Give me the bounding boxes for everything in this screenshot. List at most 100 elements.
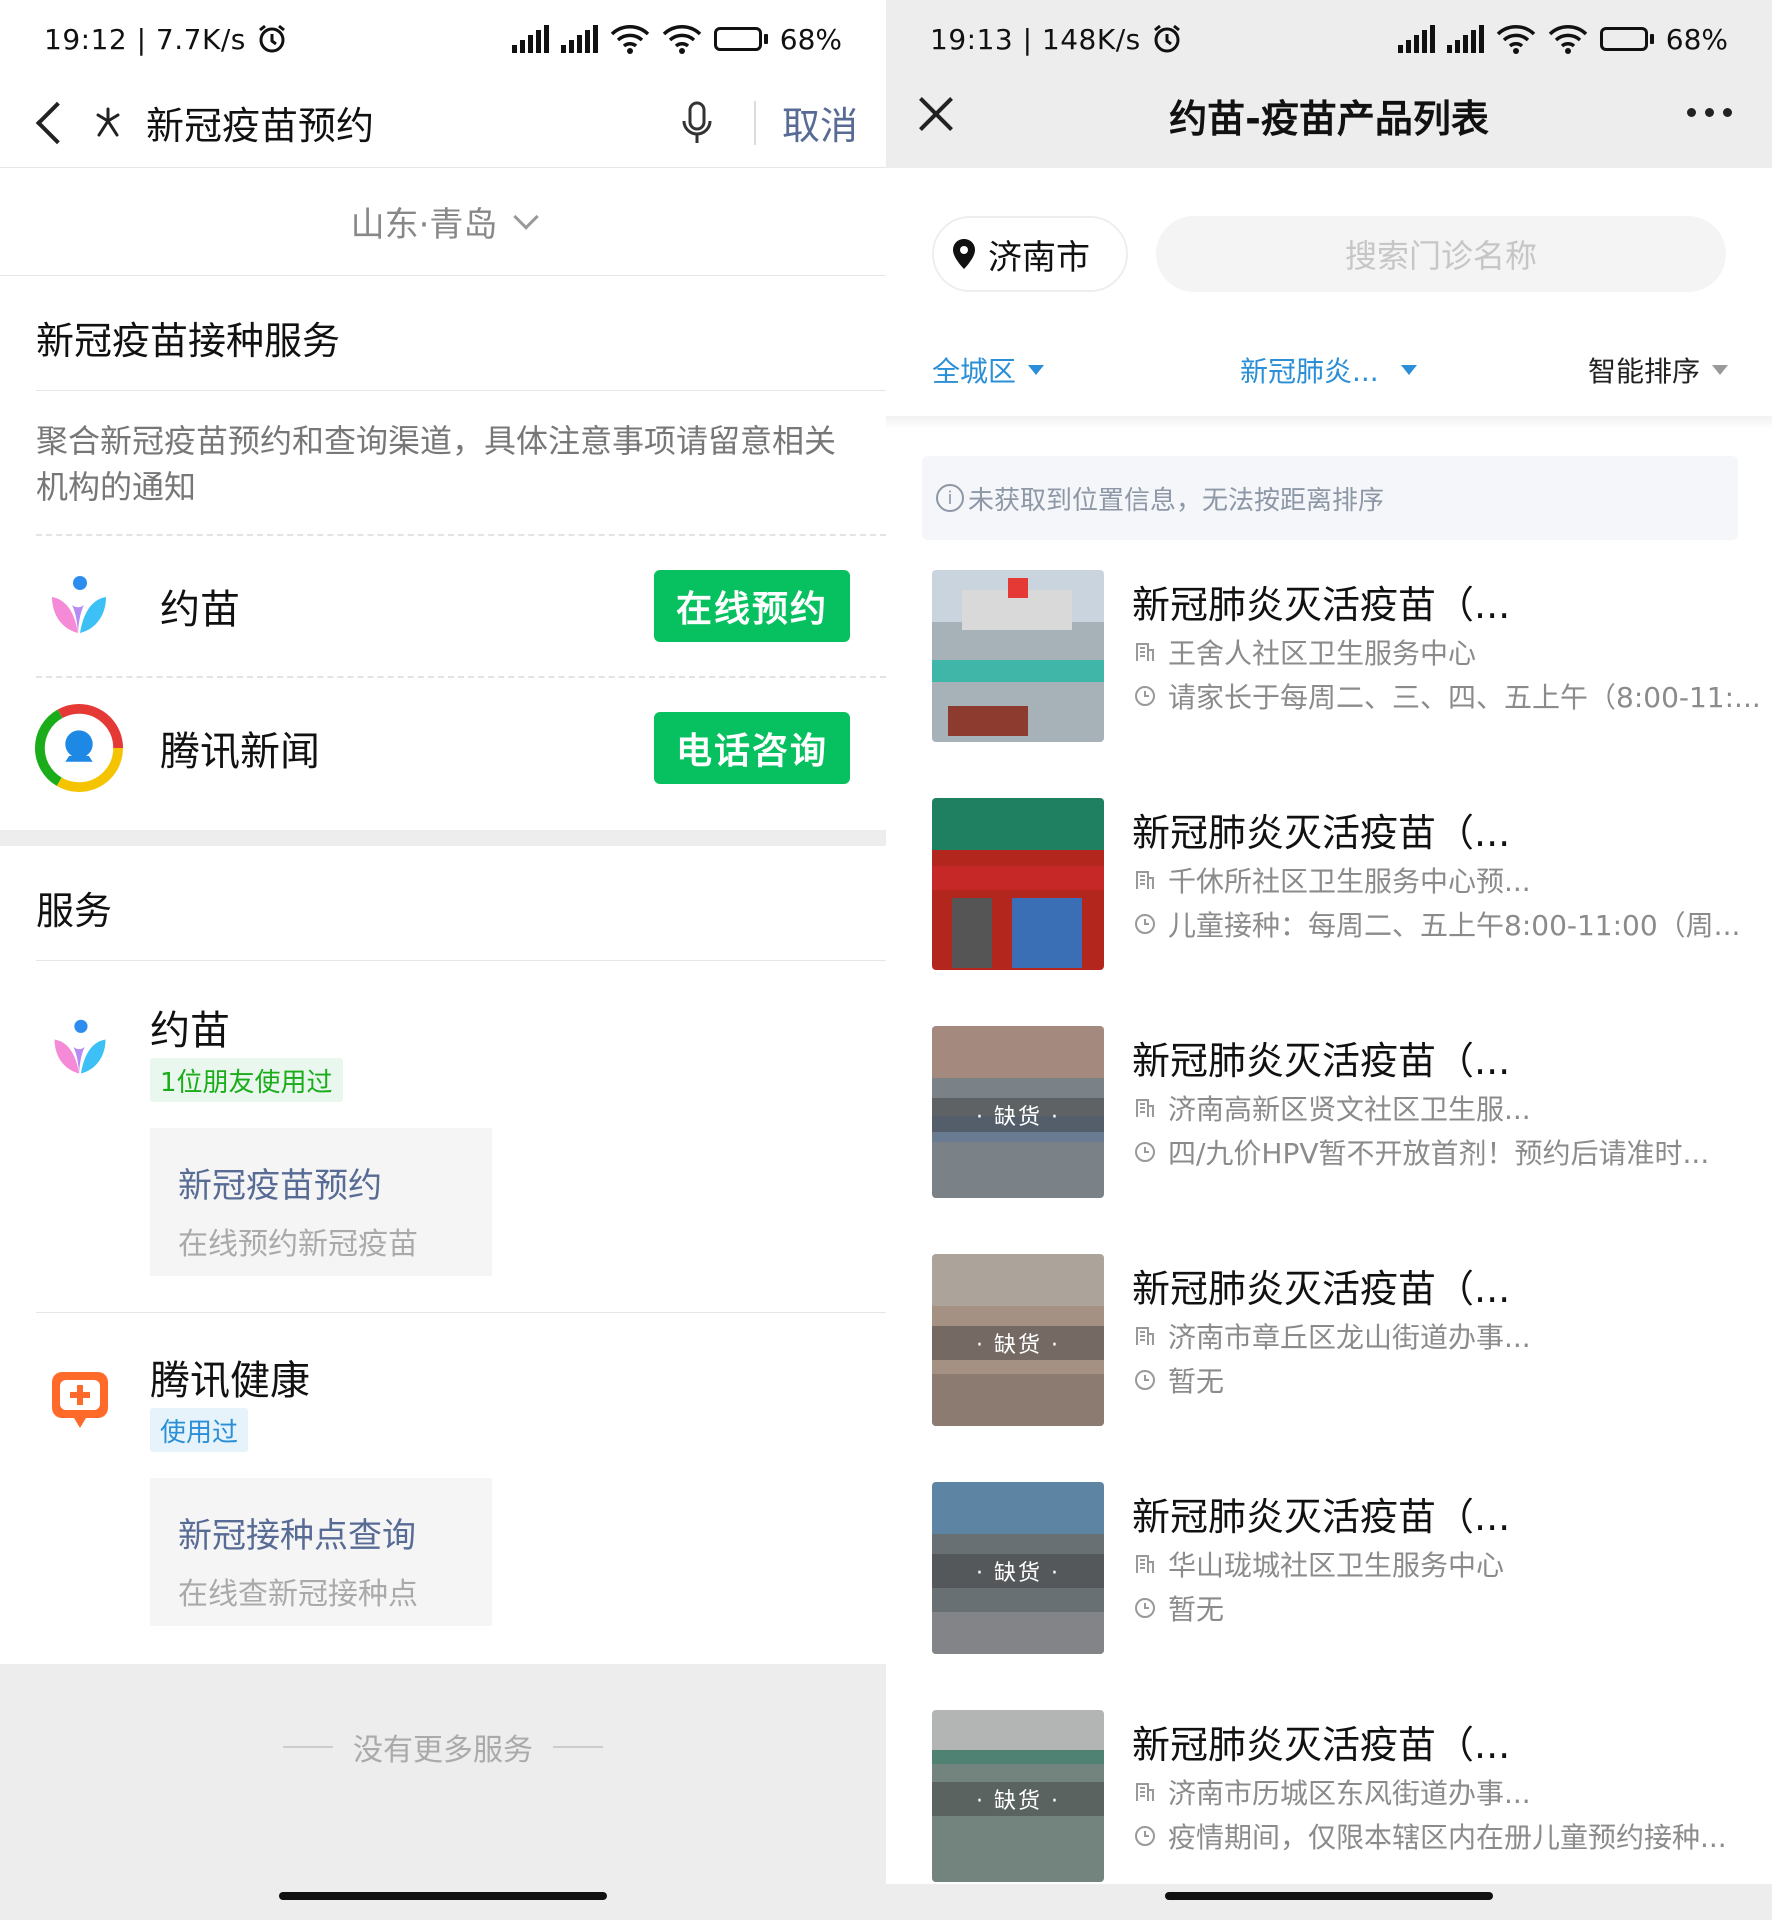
microphone-icon[interactable] [680, 101, 714, 145]
district-filter[interactable]: 全城区 [932, 350, 1045, 390]
clinic-hours: 儿童接种：每周二、五上午8:00-11:00（周... [1134, 904, 1740, 944]
status-time: 19:13 | 148K/s [930, 22, 1141, 56]
phone-consult-button[interactable]: 电话咨询 [654, 712, 850, 784]
hours-text: 暂无 [1168, 1365, 1225, 1398]
service-row-tencent-news: 腾讯新闻 电话咨询 [0, 678, 886, 818]
wifi-icon [1496, 25, 1535, 54]
signal-icon [511, 25, 549, 53]
search-bar: 新冠疫苗预约 取消 [0, 78, 886, 168]
battery-percent: 68% [779, 22, 842, 56]
out-of-stock-label: · 缺货 · [932, 1554, 1104, 1588]
clinic-name: 华山珑城社区卫生服务中心 [1134, 1544, 1504, 1584]
battery-icon [713, 27, 768, 51]
wifi-icon [610, 25, 649, 54]
friends-used-badge: 1位朋友使用过 [150, 1058, 343, 1102]
hours-text: 暂无 [1168, 1593, 1225, 1626]
home-indicator[interactable] [279, 1892, 607, 1900]
clinic-photo: · 缺货 · [932, 1710, 1104, 1882]
building-icon [1136, 1327, 1154, 1345]
card-title: 新冠接种点查询 [178, 1516, 416, 1556]
back-icon[interactable] [35, 101, 79, 144]
clock-icon [1135, 686, 1155, 706]
footer-text: 没有更多服务 [353, 1733, 533, 1768]
status-bar: 19:12 | 7.7K/s 68% [0, 0, 886, 78]
chevron-down-icon [513, 203, 540, 230]
hours-text: 疫情期间，仅限本辖区内在册儿童预约接种... [1168, 1821, 1727, 1854]
search-results-pane: 19:12 | 7.7K/s 68% 新冠疫苗预约 取消 山东·青岛 新冠疫苗接… [0, 0, 886, 1920]
filter-bar: 全城区 新冠肺炎... 智能排序 [886, 350, 1772, 400]
service-card-booking[interactable]: 新冠疫苗预约 在线预约新冠疫苗 [150, 1128, 492, 1276]
status-bar: 19:13 | 148K/s 68% [886, 0, 1772, 78]
location-notice: i 未获取到位置信息，无法按距离排序 [922, 456, 1738, 540]
filter-label: 全城区 [932, 355, 1017, 388]
list-item[interactable]: 新冠肺炎灭活疫苗（... 千休所社区卫生服务中心预... 儿童接种：每周二、五上… [886, 798, 1772, 1026]
clock-icon [1135, 1142, 1155, 1162]
cancel-button[interactable]: 取消 [782, 95, 858, 150]
list-item[interactable]: 新冠肺炎灭活疫苗（... 王舍人社区卫生服务中心 请家长于每周二、三、四、五上午… [886, 570, 1772, 798]
building-icon [1136, 1783, 1154, 1801]
clinic-name: 王舍人社区卫生服务中心 [1134, 632, 1476, 672]
clinic-name-text: 华山珑城社区卫生服务中心 [1168, 1549, 1505, 1582]
service-name: 约苗 [150, 1008, 230, 1054]
clinic-name: 济南市历城区东风街道办事... [1134, 1772, 1531, 1812]
home-indicator[interactable] [1165, 1892, 1493, 1900]
used-badge: 使用过 [150, 1408, 249, 1452]
section-description: 聚合新冠疫苗预约和查询渠道，具体注意事项请留意相关机构的通知 [36, 422, 837, 506]
city-selector[interactable]: 济南市 [932, 216, 1128, 292]
section-separator [0, 830, 886, 846]
location-pin-icon [953, 239, 975, 269]
clinic-photo [932, 798, 1104, 970]
list-item[interactable]: · 缺货 · 新冠肺炎灭活疫苗（... 济南市章丘区龙山街道办事... 暂无 [886, 1254, 1772, 1482]
bottom-safe-area [886, 1884, 1772, 1920]
clinic-photo: · 缺货 · [932, 1026, 1104, 1198]
vaccine-title: 新冠肺炎灭活疫苗（... [1132, 1039, 1511, 1083]
service-card-site-query[interactable]: 新冠接种点查询 在线查新冠接种点 [150, 1478, 492, 1626]
tencent-news-logo-icon [34, 703, 124, 793]
dropdown-triangle-icon [1028, 365, 1045, 375]
tencent-health-logo-icon [38, 1356, 122, 1440]
clock-icon [1135, 1826, 1155, 1846]
wifi-icon [662, 25, 701, 54]
sort-filter[interactable]: 智能排序 [1588, 350, 1729, 390]
vaccine-title: 新冠肺炎灭活疫苗（... [1132, 1723, 1511, 1767]
vaccine-title: 新冠肺炎灭活疫苗（... [1132, 811, 1511, 855]
battery-percent: 68% [1665, 22, 1728, 56]
region-selector[interactable]: 山东·青岛 [0, 168, 886, 276]
footer-area [0, 1664, 886, 1920]
out-of-stock-label: · 缺货 · [932, 1098, 1104, 1132]
signal-icon [1446, 25, 1484, 53]
clock-icon [1135, 914, 1155, 934]
clinic-name: 济南高新区贤文社区卫生服... [1134, 1088, 1531, 1128]
clock-icon [1135, 1598, 1155, 1618]
clinic-hours: 请家长于每周二、三、四、五上午（8:00-11:... [1134, 676, 1761, 716]
service-item-tencent-health: 腾讯健康 使用过 新冠接种点查询 在线查新冠接种点 [0, 1312, 886, 1662]
vaccine-filter[interactable]: 新冠肺炎... [1240, 350, 1417, 390]
list-item[interactable]: · 缺货 · 新冠肺炎灭活疫苗（... 济南高新区贤文社区卫生服... 四/九价… [886, 1026, 1772, 1254]
clinic-search-input[interactable]: 搜索门诊名称 [1156, 216, 1726, 292]
clinic-name-text: 济南市历城区东风街道办事... [1168, 1777, 1531, 1810]
dropdown-triangle-icon [1712, 365, 1729, 375]
region-label: 山东·青岛 [350, 205, 498, 245]
building-icon [1136, 643, 1154, 661]
more-options-icon[interactable] [1687, 108, 1732, 117]
city-label: 济南市 [988, 237, 1090, 278]
building-icon [1136, 1555, 1154, 1573]
alarm-icon [258, 24, 285, 53]
clinic-name-text: 济南高新区贤文社区卫生服... [1168, 1093, 1531, 1126]
dropdown-triangle-icon [1400, 365, 1417, 375]
filter-label: 新冠肺炎... [1240, 355, 1379, 388]
signal-icon [1397, 25, 1435, 53]
search-sparkle-icon [96, 107, 120, 136]
search-input[interactable]: 新冠疫苗预约 [146, 95, 374, 150]
clinic-name-text: 千休所社区卫生服务中心预... [1168, 865, 1531, 898]
clock-icon [1135, 1370, 1155, 1390]
notice-text: 未获取到位置信息，无法按距离排序 [968, 485, 1385, 516]
page-title: 约苗-疫苗产品列表 [1169, 97, 1489, 141]
service-row-yuemiao: 约苗 在线预约 [0, 536, 886, 676]
list-item[interactable]: · 缺货 · 新冠肺炎灭活疫苗（... 华山珑城社区卫生服务中心 暂无 [886, 1482, 1772, 1710]
online-booking-button[interactable]: 在线预约 [654, 570, 850, 642]
clinic-photo: · 缺货 · [932, 1254, 1104, 1426]
service-name: 腾讯新闻 [160, 729, 320, 775]
clinic-photo [932, 570, 1104, 742]
out-of-stock-label: · 缺货 · [932, 1782, 1104, 1816]
